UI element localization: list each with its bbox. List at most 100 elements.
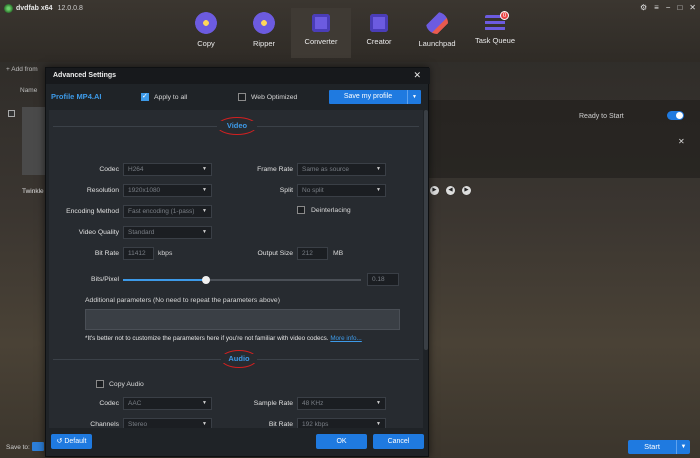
audio-codec-label: Codec bbox=[99, 400, 119, 407]
settings-scroll-area[interactable]: Video Codec H264 ▼ Resolution 1920x1080 ▼ … bbox=[49, 110, 423, 428]
caret-down-icon: ▼ bbox=[376, 400, 381, 406]
dvdfab-logo-icon bbox=[4, 4, 13, 13]
deinterlacing-label: Deinterlacing bbox=[311, 207, 351, 214]
video-quality-label: Video Quality bbox=[78, 229, 119, 236]
frame-rate-select[interactable]: Same as source ▼ bbox=[297, 163, 386, 176]
profile-label: Profile bbox=[51, 92, 75, 101]
deinterlacing-checkbox[interactable] bbox=[297, 206, 305, 214]
frame-rate-value: Same as source bbox=[302, 166, 349, 173]
save-my-profile-label: Save my profile bbox=[343, 93, 393, 100]
encoding-method-value: Fast encoding (1-pass) bbox=[128, 208, 195, 215]
more-info-link[interactable]: More info... bbox=[330, 335, 362, 342]
save-my-profile-button[interactable]: Save my profile ▼ bbox=[329, 90, 421, 104]
profile-value: MP4.AI bbox=[76, 92, 102, 101]
rewind-icon[interactable]: ◀ bbox=[446, 186, 455, 195]
film-converter-icon bbox=[312, 14, 330, 32]
nav-ripper[interactable]: Ripper bbox=[234, 8, 294, 58]
resolution-select[interactable]: 1920x1080 ▼ bbox=[123, 184, 212, 197]
folder-icon[interactable] bbox=[32, 442, 44, 451]
nav-copy-label: Copy bbox=[197, 39, 215, 48]
web-optimized-checkbox[interactable] bbox=[238, 93, 246, 101]
start-button[interactable]: Start ▼ bbox=[628, 440, 690, 454]
sample-rate-label: Sample Rate bbox=[253, 400, 293, 407]
file-checkbox[interactable] bbox=[8, 110, 15, 117]
nav-converter[interactable]: Converter bbox=[291, 8, 351, 58]
close-icon[interactable]: ✕ bbox=[689, 3, 696, 12]
output-size-unit: MB bbox=[333, 250, 344, 257]
save-to-label: Save to: bbox=[6, 444, 30, 451]
maximize-icon[interactable]: □ bbox=[677, 3, 682, 12]
app-name: dvdfab x64 bbox=[16, 5, 53, 12]
remove-task-icon[interactable]: ✕ bbox=[678, 137, 685, 146]
cancel-button[interactable]: Cancel bbox=[373, 434, 424, 449]
caret-down-icon: ▼ bbox=[202, 208, 207, 214]
additional-parameters-label: Additional parameters (No need to repeat… bbox=[85, 297, 280, 304]
add-from-button[interactable]: + Add from bbox=[6, 66, 38, 73]
forward-icon[interactable]: ▶ bbox=[462, 186, 471, 195]
bit-rate-input[interactable]: 11412 bbox=[123, 247, 154, 260]
close-icon[interactable]: ✕ bbox=[413, 70, 421, 81]
split-label: Split bbox=[279, 187, 293, 194]
task-panel bbox=[428, 100, 700, 178]
window-controls: ⚙ ≡ − □ ✕ bbox=[640, 3, 696, 12]
bit-rate-unit: kbps bbox=[158, 250, 173, 257]
audio-bit-rate-select[interactable]: 192 kbps ▼ bbox=[297, 418, 386, 428]
settings-scrollbar[interactable] bbox=[424, 110, 428, 350]
menu-icon[interactable]: ≡ bbox=[654, 3, 659, 12]
minimize-icon[interactable]: − bbox=[666, 3, 671, 12]
video-codec-select[interactable]: H264 ▼ bbox=[123, 163, 212, 176]
encoding-method-select[interactable]: Fast encoding (1-pass) ▼ bbox=[123, 205, 212, 218]
default-label: Default bbox=[64, 438, 87, 445]
codec-warning-note: *It's better not to customize the parame… bbox=[85, 335, 362, 342]
nav-launchpad-label: Launchpad bbox=[418, 39, 456, 48]
settings-icon[interactable]: ⚙ bbox=[640, 3, 647, 12]
default-button[interactable]: ↺ Default bbox=[51, 434, 92, 449]
chevron-down-icon[interactable]: ▼ bbox=[407, 90, 421, 104]
copy-audio-label: Copy Audio bbox=[109, 381, 144, 388]
disc-ripper-icon bbox=[253, 12, 275, 34]
bits-per-pixel-input[interactable]: 0.18 bbox=[367, 273, 399, 286]
ready-status: Ready to Start bbox=[579, 113, 624, 120]
app-title: dvdfab x64 12.0.0.8 bbox=[4, 4, 83, 13]
nav-task-queue[interactable]: 0 Task Queue bbox=[465, 8, 525, 58]
web-optimized-label: Web Optimized bbox=[251, 94, 298, 101]
dialog-header: Advanced Settings ✕ bbox=[46, 68, 430, 84]
caret-down-icon: ▼ bbox=[202, 229, 207, 235]
copy-audio-checkbox[interactable] bbox=[96, 380, 104, 388]
caret-down-icon: ▼ bbox=[202, 166, 207, 172]
ready-toggle[interactable] bbox=[667, 111, 684, 120]
nav-copy[interactable]: Copy bbox=[176, 8, 236, 58]
apply-to-all-checkbox[interactable] bbox=[141, 92, 149, 101]
app-version: 12.0.0.8 bbox=[57, 5, 83, 12]
video-quality-select[interactable]: Standard ▼ bbox=[123, 226, 212, 239]
ok-button[interactable]: OK bbox=[316, 434, 367, 449]
name-column-header: Name bbox=[20, 87, 38, 94]
channels-select[interactable]: Stereo ▼ bbox=[123, 418, 212, 428]
reset-icon: ↺ bbox=[56, 438, 63, 445]
chevron-down-icon[interactable]: ▼ bbox=[676, 440, 690, 454]
output-size-input[interactable]: 212 bbox=[297, 247, 328, 260]
codec-warning-text: *It's better not to customize the parame… bbox=[85, 335, 329, 342]
playback-controls: ▶ ◀ ▶ bbox=[430, 186, 471, 195]
additional-parameters-textarea[interactable] bbox=[85, 309, 400, 330]
frame-rate-label: Frame Rate bbox=[257, 166, 293, 173]
play-icon[interactable]: ▶ bbox=[430, 186, 439, 195]
start-label: Start bbox=[644, 442, 660, 451]
video-codec-value: H264 bbox=[128, 166, 144, 173]
file-name: Twinkle bbox=[22, 188, 44, 195]
codec-label: Codec bbox=[99, 166, 119, 173]
channels-label: Channels bbox=[90, 421, 119, 428]
film-creator-icon bbox=[370, 14, 388, 32]
audio-codec-select[interactable]: AAC ▼ bbox=[123, 397, 212, 410]
bits-per-pixel-handle[interactable] bbox=[202, 276, 210, 284]
channels-value: Stereo bbox=[128, 421, 148, 428]
nav-launchpad[interactable]: Launchpad bbox=[407, 8, 467, 58]
encoding-method-label: Encoding Method bbox=[66, 208, 119, 215]
caret-down-icon: ▼ bbox=[376, 421, 381, 427]
audio-bit-rate-value: 192 kbps bbox=[302, 421, 329, 428]
nav-creator[interactable]: Creator bbox=[349, 8, 409, 58]
bits-per-pixel-label: Bits/Pixel bbox=[91, 276, 119, 283]
sample-rate-select[interactable]: 48 KHz ▼ bbox=[297, 397, 386, 410]
split-select[interactable]: No split ▼ bbox=[297, 184, 386, 197]
nav-task-queue-label: Task Queue bbox=[474, 36, 516, 45]
